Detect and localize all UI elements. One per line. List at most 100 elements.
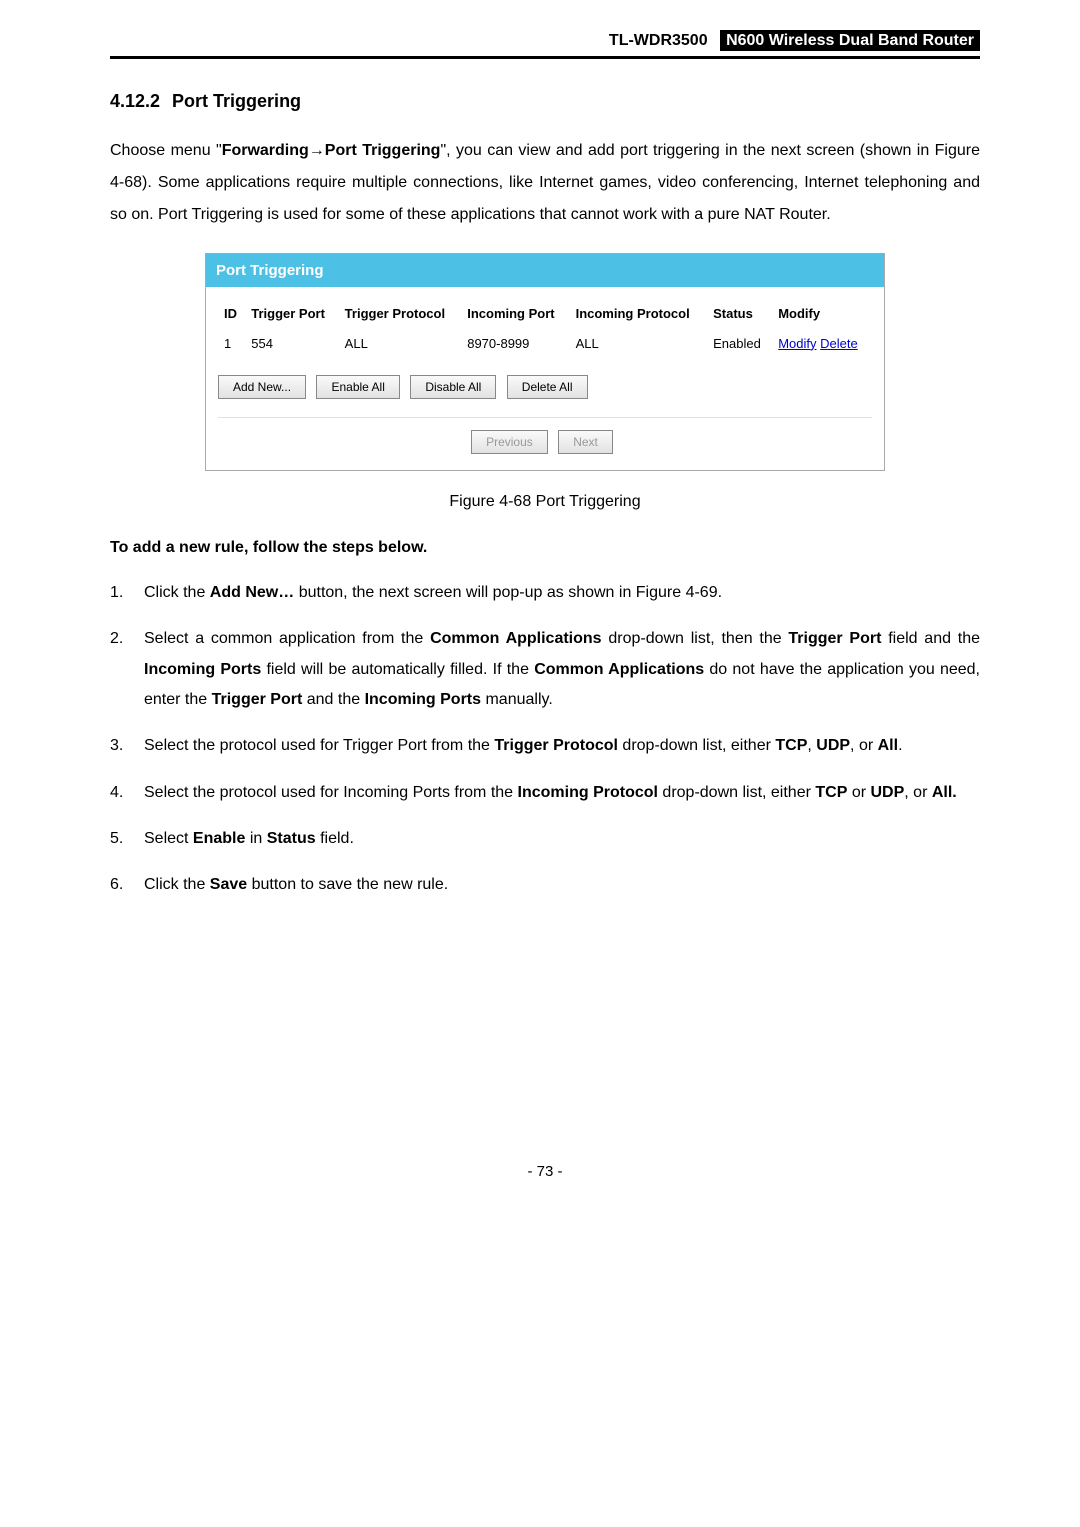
document-header: TL-WDR3500 N600 Wireless Dual Band Route…: [110, 30, 980, 59]
intro-paragraph: Choose menu "Forwarding→Port Triggering"…: [110, 135, 980, 231]
td-id: 1: [218, 331, 245, 357]
bold-text: All: [878, 737, 898, 754]
text: button, the next screen will pop-up as s…: [294, 584, 722, 601]
text: Click the: [144, 876, 210, 893]
step-number: 1.: [110, 578, 144, 608]
list-item: 3. Select the protocol used for Trigger …: [110, 731, 980, 761]
td-trigger-port: 554: [245, 331, 338, 357]
text: .: [898, 737, 902, 754]
text: drop-down list, either: [618, 737, 775, 754]
td-incoming-protocol: ALL: [570, 331, 708, 357]
step-number: 6.: [110, 870, 144, 900]
bold-text: Enable: [193, 830, 245, 847]
bold-text: Common Applications: [534, 661, 704, 678]
step-text: Select the protocol used for Trigger Por…: [144, 731, 980, 761]
add-new-button[interactable]: Add New...: [218, 375, 306, 399]
button-row: Add New... Enable All Disable All Delete…: [218, 375, 872, 399]
intro-bold: Port Triggering: [325, 142, 441, 159]
th-incoming-protocol: Incoming Protocol: [570, 301, 708, 331]
td-incoming-port: 8970-8999: [461, 331, 569, 357]
product-badge: N600 Wireless Dual Band Router: [720, 30, 980, 51]
step-text: Select the protocol used for Incoming Po…: [144, 778, 980, 808]
port-triggering-panel: Port Triggering ID Trigger Port Trigger …: [205, 253, 885, 471]
step-number: 5.: [110, 824, 144, 854]
bold-text: Trigger Protocol: [494, 737, 618, 754]
th-status: Status: [707, 301, 772, 331]
text: field.: [316, 830, 354, 847]
section-number: 4.12.2: [110, 91, 160, 111]
text: manually.: [481, 691, 553, 708]
bold-text: Add New…: [210, 584, 294, 601]
text: button to save the new rule.: [247, 876, 448, 893]
td-modify: Modify Delete: [772, 331, 872, 357]
page-number: - 73 -: [110, 1161, 980, 1182]
th-id: ID: [218, 301, 245, 331]
th-modify: Modify: [772, 301, 872, 331]
steps-list: 1. Click the Add New… button, the next s…: [110, 578, 980, 901]
text: in: [245, 830, 266, 847]
text: Select: [144, 830, 193, 847]
step-number: 2.: [110, 624, 144, 715]
list-item: 6. Click the Save button to save the new…: [110, 870, 980, 900]
list-item: 5. Select Enable in Status field.: [110, 824, 980, 854]
text: , or: [850, 737, 878, 754]
th-trigger-port: Trigger Port: [245, 301, 338, 331]
text: Select the protocol used for Incoming Po…: [144, 784, 518, 801]
panel-title: Port Triggering: [206, 254, 884, 287]
td-status: Enabled: [707, 331, 772, 357]
intro-text: Choose menu ": [110, 142, 222, 159]
bold-text: All.: [932, 784, 957, 801]
model-number: TL-WDR3500: [609, 32, 708, 49]
list-item: 1. Click the Add New… button, the next s…: [110, 578, 980, 608]
disable-all-button[interactable]: Disable All: [410, 375, 496, 399]
intro-bold: Forwarding: [222, 142, 309, 159]
text: field and the: [881, 630, 980, 647]
td-trigger-protocol: ALL: [339, 331, 462, 357]
bold-text: Common Applications: [430, 630, 602, 647]
nav-row: Previous Next: [218, 417, 872, 454]
next-button: Next: [558, 430, 613, 454]
panel-body: ID Trigger Port Trigger Protocol Incomin…: [206, 287, 884, 470]
text: Select the protocol used for Trigger Por…: [144, 737, 494, 754]
text: drop-down list, either: [658, 784, 815, 801]
table-header-row: ID Trigger Port Trigger Protocol Incomin…: [218, 301, 872, 331]
delete-all-button[interactable]: Delete All: [507, 375, 588, 399]
modify-link[interactable]: Modify: [778, 336, 816, 351]
text: field will be automatically filled. If t…: [261, 661, 534, 678]
bold-text: UDP: [871, 784, 905, 801]
bold-text: Save: [210, 876, 247, 893]
th-trigger-protocol: Trigger Protocol: [339, 301, 462, 331]
text: and the: [302, 691, 364, 708]
step-number: 3.: [110, 731, 144, 761]
step-text: Select a common application from the Com…: [144, 624, 980, 715]
text: Select a common application from the: [144, 630, 430, 647]
bold-text: Incoming Ports: [144, 661, 261, 678]
step-number: 4.: [110, 778, 144, 808]
port-triggering-table: ID Trigger Port Trigger Protocol Incomin…: [218, 301, 872, 357]
bold-text: Incoming Protocol: [518, 784, 658, 801]
text: Click the: [144, 584, 210, 601]
bold-text: Status: [267, 830, 316, 847]
step-text: Click the Add New… button, the next scre…: [144, 578, 980, 608]
bold-text: TCP: [815, 784, 847, 801]
text: ,: [807, 737, 816, 754]
text: drop-down list, then the: [602, 630, 789, 647]
bold-text: UDP: [816, 737, 850, 754]
arrow-icon: →: [309, 142, 325, 159]
list-item: 2. Select a common application from the …: [110, 624, 980, 715]
bold-text: Incoming Ports: [365, 691, 481, 708]
previous-button: Previous: [471, 430, 548, 454]
bold-text: Trigger Port: [788, 630, 881, 647]
figure-caption: Figure 4-68 Port Triggering: [110, 491, 980, 513]
th-incoming-port: Incoming Port: [461, 301, 569, 331]
text: , or: [904, 784, 932, 801]
step-text: Click the Save button to save the new ru…: [144, 870, 980, 900]
subheading: To add a new rule, follow the steps belo…: [110, 537, 980, 559]
enable-all-button[interactable]: Enable All: [316, 375, 399, 399]
section-heading: 4.12.2Port Triggering: [110, 89, 980, 114]
list-item: 4. Select the protocol used for Incoming…: [110, 778, 980, 808]
text: or: [847, 784, 870, 801]
bold-text: Trigger Port: [212, 691, 303, 708]
bold-text: TCP: [775, 737, 807, 754]
delete-link[interactable]: Delete: [820, 336, 858, 351]
